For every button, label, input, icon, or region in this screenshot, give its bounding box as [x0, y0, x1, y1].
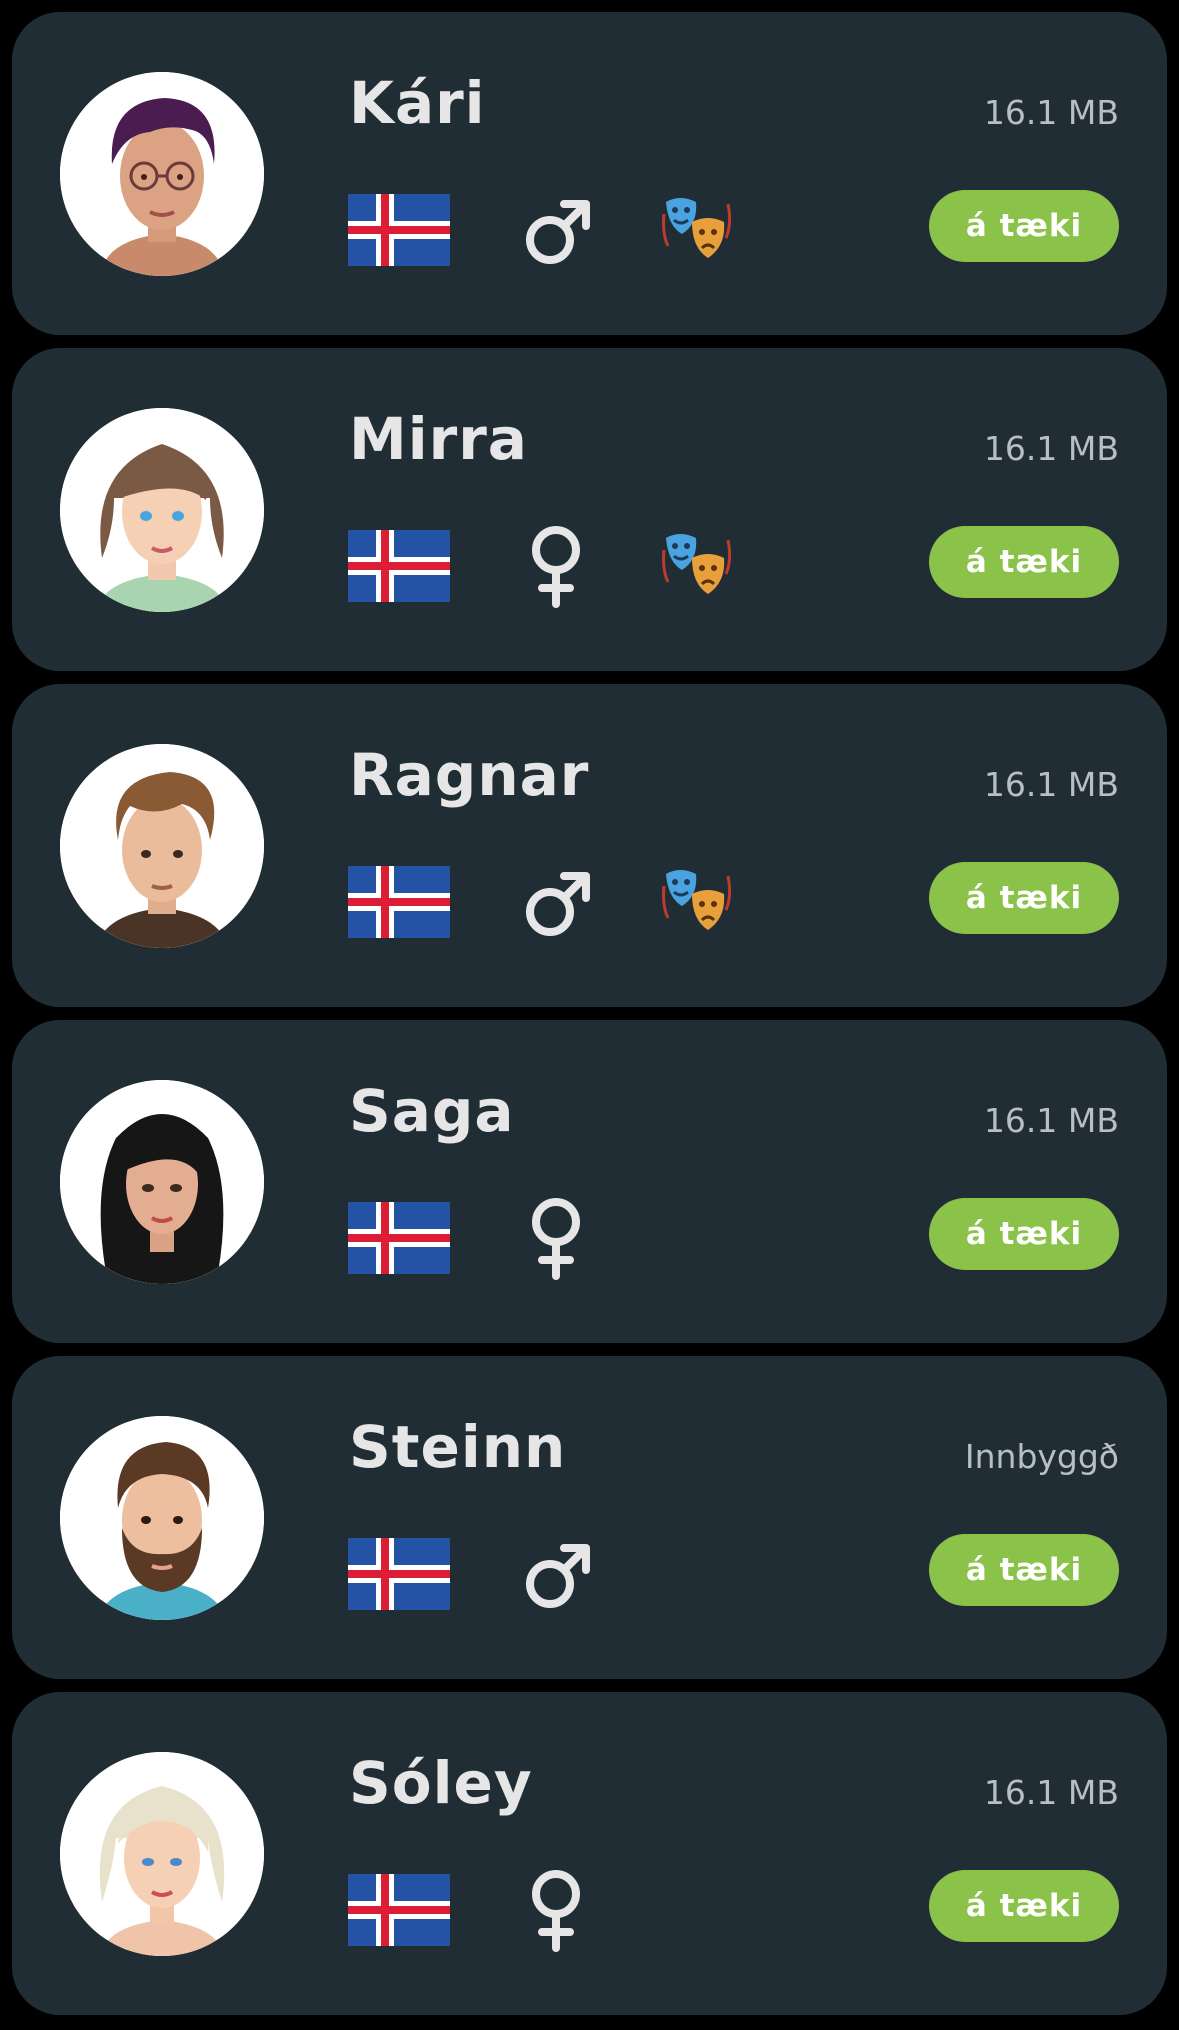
- on-device-button[interactable]: á tæki: [929, 190, 1119, 262]
- on-device-button[interactable]: á tæki: [929, 1534, 1119, 1606]
- avatar-male-beard: [60, 1416, 264, 1620]
- male-icon: [520, 184, 592, 274]
- theater-masks-icon: [662, 530, 732, 600]
- on-device-button[interactable]: á tæki: [929, 1870, 1119, 1942]
- voice-card-kari[interactable]: Kári 16.1 MB á tæki: [12, 12, 1167, 335]
- avatar-male-glasses: [60, 72, 264, 276]
- voice-name: Ragnar: [349, 741, 590, 809]
- iceland-flag-icon: [348, 866, 450, 938]
- voice-card-mirra[interactable]: Mirra 16.1 MB á tæki: [12, 348, 1167, 671]
- voice-name: Kári: [349, 69, 486, 137]
- iceland-flag-icon: [348, 194, 450, 266]
- on-device-button[interactable]: á tæki: [929, 862, 1119, 934]
- voice-card-ragnar[interactable]: Ragnar 16.1 MB á tæki: [12, 684, 1167, 1007]
- voice-size: 16.1 MB: [983, 429, 1119, 468]
- avatar-female-brown-hair: [60, 408, 264, 612]
- on-device-button[interactable]: á tæki: [929, 526, 1119, 598]
- male-icon: [520, 856, 592, 946]
- iceland-flag-icon: [348, 1202, 450, 1274]
- voice-size: 16.1 MB: [983, 765, 1119, 804]
- female-icon: [520, 1192, 592, 1282]
- voice-card-steinn[interactable]: Steinn Innbyggð á tæki: [12, 1356, 1167, 1679]
- female-icon: [520, 520, 592, 610]
- voice-list: Kári 16.1 MB á tæki Mirra 16.1 MB á tæki…: [0, 0, 1179, 2030]
- voice-size: 16.1 MB: [983, 1101, 1119, 1140]
- voice-name: Saga: [349, 1077, 515, 1145]
- avatar-female-blonde: [60, 1752, 264, 1956]
- voice-name: Steinn: [349, 1413, 567, 1481]
- voice-card-soley[interactable]: Sóley 16.1 MB á tæki: [12, 1692, 1167, 2015]
- avatar-male-brown-hair: [60, 744, 264, 948]
- voice-size: 16.1 MB: [983, 1773, 1119, 1812]
- iceland-flag-icon: [348, 1874, 450, 1946]
- male-icon: [520, 1528, 592, 1618]
- female-icon: [520, 1864, 592, 1954]
- theater-masks-icon: [662, 194, 732, 264]
- voice-card-saga[interactable]: Saga 16.1 MB á tæki: [12, 1020, 1167, 1343]
- theater-masks-icon: [662, 866, 732, 936]
- avatar-female-black-hair: [60, 1080, 264, 1284]
- voice-name: Sóley: [349, 1749, 533, 1817]
- on-device-button[interactable]: á tæki: [929, 1198, 1119, 1270]
- iceland-flag-icon: [348, 530, 450, 602]
- voice-name: Mirra: [349, 405, 528, 473]
- iceland-flag-icon: [348, 1538, 450, 1610]
- voice-size: Innbyggð: [964, 1437, 1119, 1476]
- voice-size: 16.1 MB: [983, 93, 1119, 132]
